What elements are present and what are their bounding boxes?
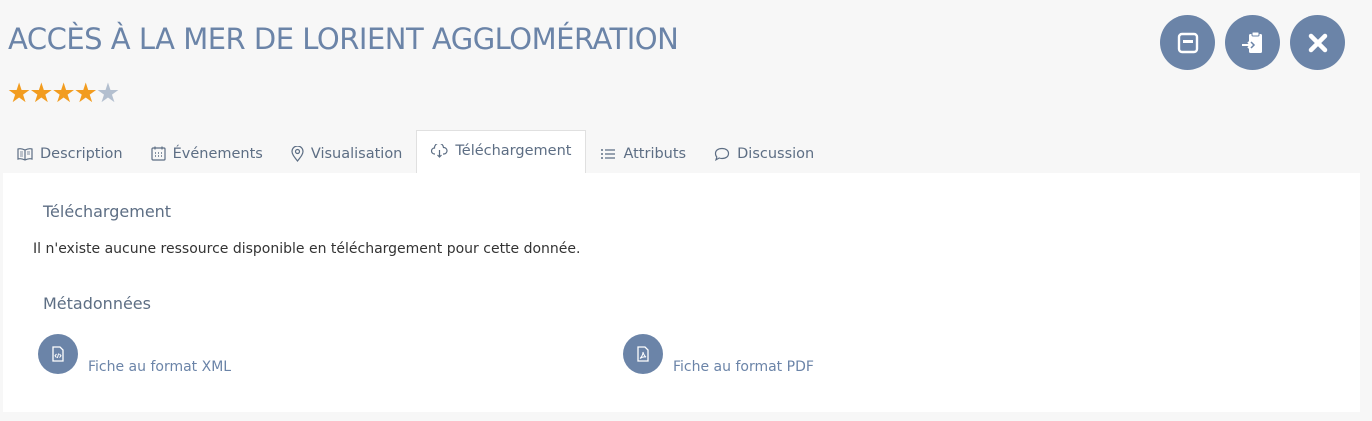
close-icon <box>1308 33 1327 52</box>
pdf-file-label[interactable]: Fiche au format PDF <box>673 359 814 375</box>
star-empty-icon: ★ <box>95 78 121 109</box>
map-pin-icon <box>291 145 304 162</box>
tab-attributs[interactable]: Attributs <box>586 130 700 173</box>
save-icon <box>1177 32 1198 53</box>
clipboard-import-button[interactable] <box>1225 15 1280 70</box>
tab-label: Événements <box>172 145 263 162</box>
clipboard-import-icon <box>1241 31 1262 53</box>
tab-visualisation[interactable]: Visualisation <box>277 130 417 173</box>
page-title: ACCÈS À LA MER DE LORIENT AGGLOMÉRATION <box>8 22 679 56</box>
tab-label: Attributs <box>623 145 687 162</box>
pdf-file-icon <box>637 346 649 362</box>
star-filled-icon: ★ <box>7 78 32 109</box>
tab-panel-telechargement: Téléchargement Il n'existe aucune ressou… <box>3 173 1360 412</box>
pdf-metadata-link[interactable]: Fiche au format PDF <box>623 334 814 375</box>
tab-bar: Description Événements Visualisation Tél… <box>3 130 828 173</box>
book-icon <box>17 147 33 161</box>
tab-label: Téléchargement <box>455 143 572 159</box>
header-actions <box>1160 15 1345 70</box>
list-icon <box>601 148 616 159</box>
star-filled-icon: ★ <box>73 78 98 109</box>
tab-label: Discussion <box>737 145 815 162</box>
chat-bubble-icon <box>715 147 730 161</box>
save-button[interactable] <box>1160 15 1215 70</box>
tab-label: Visualisation <box>310 145 403 162</box>
tab-evenements[interactable]: Événements <box>137 130 277 173</box>
xml-file-label[interactable]: Fiche au format XML <box>88 359 231 375</box>
download-section-title: Téléchargement <box>43 202 172 221</box>
pdf-file-button[interactable] <box>623 334 663 374</box>
tab-telechargement[interactable]: Téléchargement <box>416 130 587 173</box>
star-filled-icon: ★ <box>51 78 76 109</box>
tab-description[interactable]: Description <box>3 130 137 173</box>
metadata-section-title: Métadonnées <box>43 294 151 313</box>
xml-metadata-link[interactable]: Fiche au format XML <box>38 334 231 375</box>
rating-stars: ★ ★ ★ ★ ★ <box>7 78 121 109</box>
no-resource-message: Il n'existe aucune ressource disponible … <box>33 241 581 257</box>
cloud-download-icon <box>431 144 448 158</box>
close-button[interactable] <box>1290 15 1345 70</box>
xml-file-icon <box>52 346 64 362</box>
tab-label: Description <box>40 145 123 162</box>
calendar-icon <box>150 146 166 161</box>
star-filled-icon: ★ <box>29 78 54 109</box>
tab-discussion[interactable]: Discussion <box>700 130 828 173</box>
xml-file-button[interactable] <box>38 334 78 374</box>
